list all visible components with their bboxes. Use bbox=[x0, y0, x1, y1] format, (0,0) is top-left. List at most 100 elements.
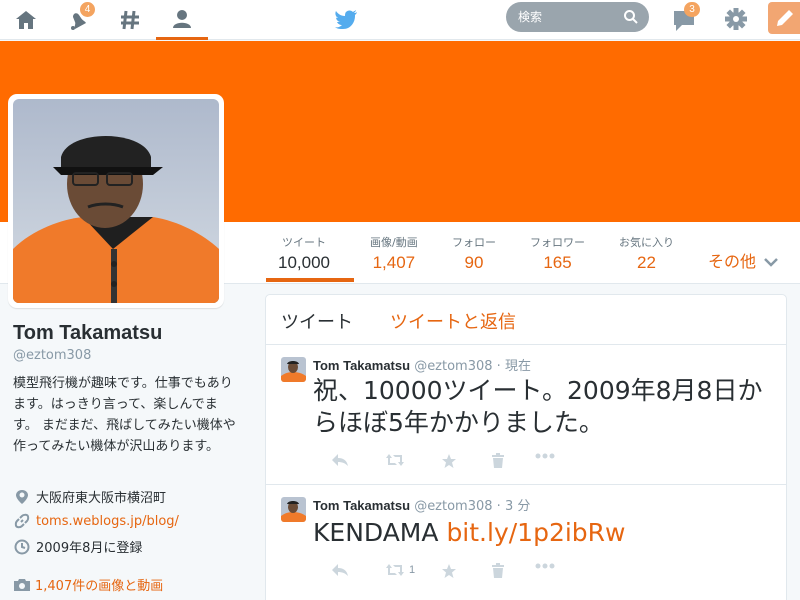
home-icon bbox=[16, 11, 36, 29]
tweet-text: KENDAMA bit.ly/1p2ibRw bbox=[313, 517, 773, 549]
tweet-time[interactable]: 3 分 bbox=[505, 499, 530, 514]
profile-joined: 2009年8月に登録 bbox=[13, 537, 142, 556]
star-icon bbox=[442, 564, 456, 578]
profile-url: toms.weblogs.jp/blog/ bbox=[13, 512, 179, 530]
search-icon[interactable] bbox=[623, 9, 639, 25]
tweet-text: 祝、10000ツイート。2009年8月8日からほぼ5年かかりました。 bbox=[313, 375, 773, 439]
tweet-author-name[interactable]: Tom Takamatsu bbox=[313, 498, 410, 513]
retweet-icon bbox=[386, 454, 404, 466]
more-actions-button[interactable] bbox=[535, 453, 555, 459]
stat-label: フォロー bbox=[452, 236, 496, 249]
profile-location: 大阪府東大阪市横沼町 bbox=[13, 487, 166, 506]
profile-avatar[interactable] bbox=[8, 94, 224, 308]
hashtag-icon bbox=[121, 10, 139, 30]
delete-button[interactable] bbox=[491, 563, 505, 579]
notifications-tab[interactable]: 4 bbox=[52, 0, 104, 40]
gear-icon[interactable] bbox=[721, 4, 751, 34]
more-menu-button[interactable]: その他 bbox=[708, 248, 778, 272]
stat-value: 1,407 bbox=[372, 253, 416, 272]
stat-followers[interactable]: フォロワー 165 bbox=[530, 234, 585, 273]
person-icon bbox=[173, 9, 191, 28]
tweet-actions bbox=[313, 453, 573, 473]
active-stat-indicator bbox=[266, 278, 354, 282]
profile-bio: 模型飛行機が趣味です。仕事でもあります。はっきり言って、楽しんでます。 まだまだ… bbox=[13, 376, 236, 454]
more-dots-icon bbox=[535, 563, 555, 569]
link-icon bbox=[14, 513, 30, 529]
stat-label: お気に入り bbox=[619, 236, 674, 249]
reply-button[interactable] bbox=[331, 563, 349, 577]
photos-videos-label: 1,407件の画像と動画 bbox=[35, 579, 164, 594]
tweet-body: KENDAMA bbox=[313, 518, 447, 547]
tweet-avatar-image bbox=[281, 357, 306, 382]
tweet[interactable]: Tom Takamatsu @eztom308 · 3 分 KENDAMA bi… bbox=[266, 485, 786, 600]
tab-tweets[interactable]: ツイート bbox=[281, 308, 353, 334]
profile-url-link[interactable]: toms.weblogs.jp/blog/ bbox=[36, 514, 179, 529]
compose-tweet-button[interactable] bbox=[768, 2, 800, 34]
clock-icon bbox=[14, 539, 30, 554]
stat-label: フォロワー bbox=[530, 236, 585, 249]
chevron-down-icon bbox=[764, 258, 778, 267]
tweet-avatar-image bbox=[281, 497, 306, 522]
stat-label: 画像/動画 bbox=[370, 236, 418, 249]
retweet-count: 1 bbox=[409, 564, 416, 576]
compose-icon bbox=[777, 10, 793, 26]
trash-icon bbox=[492, 453, 504, 468]
timeline-tabs: ツイート ツイートと返信 bbox=[266, 295, 786, 345]
discover-tab[interactable] bbox=[104, 0, 156, 40]
twitter-bird-icon[interactable] bbox=[333, 6, 359, 32]
profile-name: Tom Takamatsu bbox=[13, 322, 163, 344]
search-input[interactable] bbox=[518, 8, 618, 26]
joined-text: 2009年8月に登録 bbox=[36, 541, 143, 556]
tweet-link[interactable]: bit.ly/1p2ibRw bbox=[446, 518, 625, 547]
retweet-icon bbox=[386, 564, 404, 576]
tab-tweets-and-replies[interactable]: ツイートと返信 bbox=[390, 308, 516, 334]
direct-messages-button[interactable]: 3 bbox=[668, 2, 704, 38]
location-pin-icon bbox=[16, 489, 28, 504]
notifications-badge: 4 bbox=[80, 2, 95, 17]
stat-photos[interactable]: 画像/動画 1,407 bbox=[370, 234, 418, 273]
avatar-photo bbox=[13, 99, 219, 303]
timeline: ツイート ツイートと返信 Tom Takamatsu @eztom308 · 現… bbox=[265, 294, 787, 600]
stat-value: 165 bbox=[543, 253, 572, 272]
me-tab[interactable] bbox=[156, 0, 208, 40]
dm-badge: 3 bbox=[684, 2, 700, 17]
stat-label: ツイート bbox=[282, 236, 326, 249]
stat-value: 22 bbox=[637, 253, 656, 272]
more-actions-button[interactable] bbox=[535, 563, 555, 569]
tweet-avatar[interactable] bbox=[281, 357, 306, 382]
trash-icon bbox=[492, 563, 504, 578]
more-label: その他 bbox=[708, 252, 757, 271]
stat-following[interactable]: フォロー 90 bbox=[452, 234, 496, 273]
home-tab[interactable] bbox=[0, 0, 52, 40]
photos-videos-link[interactable]: 1,407件の画像と動画 bbox=[13, 575, 163, 594]
tweet-author-handle[interactable]: @eztom308 bbox=[414, 359, 492, 374]
search-box bbox=[506, 2, 649, 32]
stat-tweets[interactable]: ツイート 10,000 bbox=[278, 234, 330, 273]
star-icon bbox=[442, 454, 456, 468]
favorite-button[interactable] bbox=[441, 563, 457, 579]
tweet-separator: · bbox=[492, 499, 505, 514]
stat-favorites[interactable]: お気に入り 22 bbox=[619, 234, 674, 273]
tweet-header: Tom Takamatsu @eztom308 · 3 分 bbox=[313, 495, 530, 514]
retweet-button[interactable]: 1 bbox=[385, 563, 415, 577]
tweet-author-name[interactable]: Tom Takamatsu bbox=[313, 358, 410, 373]
retweet-button[interactable] bbox=[385, 453, 409, 467]
tweet-avatar[interactable] bbox=[281, 497, 306, 522]
tweet-header: Tom Takamatsu @eztom308 · 現在 bbox=[313, 355, 531, 374]
delete-button[interactable] bbox=[491, 453, 505, 469]
tweet[interactable]: Tom Takamatsu @eztom308 · 現在 祝、10000ツイート… bbox=[266, 345, 786, 485]
reply-button[interactable] bbox=[331, 453, 349, 467]
tweet-author-handle[interactable]: @eztom308 bbox=[414, 499, 492, 514]
profile-handle: @eztom308 bbox=[13, 348, 92, 363]
tweet-body: 祝、10000ツイート。2009年8月8日からほぼ5年かかりました。 bbox=[313, 376, 763, 437]
location-text: 大阪府東大阪市横沼町 bbox=[36, 491, 167, 506]
tweet-time[interactable]: 現在 bbox=[505, 359, 531, 374]
tweet-separator: · bbox=[492, 359, 505, 374]
favorite-button[interactable] bbox=[441, 453, 457, 469]
camera-icon bbox=[14, 578, 30, 591]
top-nav: 4 3 bbox=[0, 0, 800, 40]
reply-icon bbox=[332, 564, 348, 576]
stat-value: 90 bbox=[464, 253, 484, 272]
stat-value: 10,000 bbox=[278, 253, 330, 272]
more-dots-icon bbox=[535, 453, 555, 459]
